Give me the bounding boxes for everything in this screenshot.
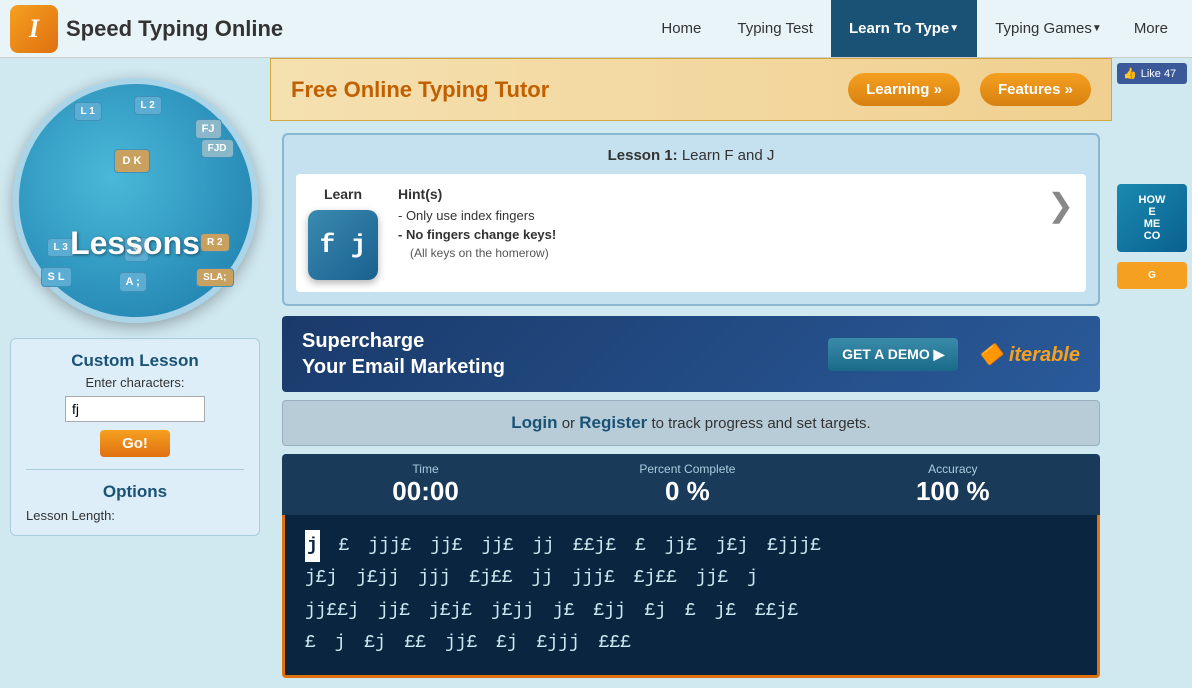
custom-lesson-box: Custom Lesson Enter characters: Go! Opti… [10, 338, 260, 536]
logo[interactable]: I Speed Typing Online [10, 5, 283, 53]
next-arrow[interactable]: ❯ [1047, 186, 1074, 224]
lesson-tile-l2[interactable]: L 2 [134, 96, 162, 115]
ad-cta-button[interactable]: GET A DEMO ▶ [828, 338, 958, 371]
right-ad-text: HOWEMECO [1122, 194, 1182, 242]
lesson-tile-dk[interactable]: D K [114, 149, 151, 173]
register-link[interactable]: Register [579, 413, 647, 432]
hint-2: - No fingers change keys! [398, 227, 1027, 242]
ad-text: Supercharge Your Email Marketing [302, 328, 505, 380]
accuracy-value: 100 % [916, 476, 990, 507]
custom-lesson-input[interactable] [65, 396, 205, 422]
accuracy-label: Accuracy [916, 462, 990, 476]
typing-line3: jj££j jj£ j£j£ j£jj j£ £jj £j £ j£ ££j£ [305, 601, 798, 621]
lesson-tile-a[interactable]: A ; [119, 272, 147, 292]
main-container: L 1 L 2 FJ D K FJD L 3 R 2 ↘ S L A ; SLA… [0, 58, 1192, 688]
or-text: or [562, 415, 580, 432]
custom-lesson-enter-label: Enter characters: [26, 375, 244, 390]
time-label: Time [392, 462, 459, 476]
typing-line2: j£j j£jj jjj £j££ jj jjj£ £j££ jj£ j [305, 568, 758, 588]
lesson-tile-sla[interactable]: SLA; [196, 268, 233, 287]
lessons-circle[interactable]: L 1 L 2 FJ D K FJD L 3 R 2 ↘ S L A ; SLA… [13, 78, 258, 323]
hint-2-sub: (All keys on the homerow) [410, 246, 1027, 260]
ad-banner: Supercharge Your Email Marketing GET A D… [282, 316, 1100, 392]
nav-typing-games[interactable]: Typing Games [977, 0, 1120, 57]
learn-section: Learn f j [308, 186, 378, 280]
top-banner: Free Online Typing Tutor Learning » Feat… [270, 58, 1112, 121]
typing-cursor: j [305, 530, 320, 562]
hints-section: Hint(s) - Only use index fingers - No fi… [398, 186, 1027, 260]
go-button[interactable]: Go! [100, 430, 170, 457]
left-sidebar: L 1 L 2 FJ D K FJD L 3 R 2 ↘ S L A ; SLA… [0, 58, 270, 688]
lesson-tile-sl[interactable]: S L [41, 267, 72, 287]
logo-icon: I [10, 5, 58, 53]
stats-bar: Time 00:00 Percent Complete 0 % Accuracy… [282, 454, 1100, 515]
nav-more[interactable]: More [1120, 0, 1182, 57]
banner-title: Free Online Typing Tutor [291, 77, 828, 103]
nav-typing-test[interactable]: Typing Test [719, 0, 831, 57]
nav: Home Typing Test Learn To Type Typing Ga… [643, 0, 1182, 57]
center-content: Free Online Typing Tutor Learning » Feat… [270, 58, 1112, 688]
right-ad: HOWEMECO [1117, 184, 1187, 252]
like-badge[interactable]: 👍 Like 47 [1117, 63, 1187, 84]
key-display: f j [308, 210, 378, 280]
typing-line1: £ jjj£ jj£ jj£ jj ££j£ £ jj£ j£j £jjj£ [339, 536, 821, 556]
stat-time: Time 00:00 [392, 462, 459, 507]
lesson-card-header: Lesson 1: Learn F and J [296, 147, 1086, 164]
time-value: 00:00 [392, 476, 459, 507]
typing-area[interactable]: j £ jjj£ jj£ jj£ jj ££j£ £ jj£ j£j £jjj£… [282, 515, 1100, 678]
login-suffix: to track progress and set targets. [651, 415, 870, 432]
login-bar: Login or Register to track progress and … [282, 400, 1100, 446]
lesson-card-body: Learn f j Hint(s) - Only use index finge… [296, 174, 1086, 292]
nav-learn-to-type[interactable]: Learn To Type [831, 0, 977, 57]
percent-label: Percent Complete [639, 462, 735, 476]
typing-text: j £ jjj£ jj£ jj£ jj ££j£ £ jj£ j£j £jjj£… [305, 530, 1077, 660]
stat-accuracy: Accuracy 100 % [916, 462, 990, 507]
header: I Speed Typing Online Home Typing Test L… [0, 0, 1192, 58]
learn-label: Learn [324, 186, 362, 202]
lesson-length-label: Lesson Length: [26, 508, 244, 523]
options-title: Options [26, 482, 244, 502]
right-cta-button[interactable]: G [1117, 262, 1187, 289]
custom-lesson-title: Custom Lesson [26, 351, 244, 371]
lesson-tile-l1[interactable]: L 1 [74, 102, 102, 121]
nav-home[interactable]: Home [643, 0, 719, 57]
like-count: Like 47 [1141, 68, 1176, 80]
percent-value: 0 % [639, 476, 735, 507]
typing-line4: £ j £j ££ jj£ £j £jjj £££ [305, 633, 631, 653]
hint-1: - Only use index fingers [398, 208, 1027, 223]
like-icon: 👍 [1123, 67, 1137, 80]
right-sidebar: 👍 Like 47 HOWEMECO G [1112, 58, 1192, 688]
hints-label: Hint(s) [398, 186, 1027, 202]
lesson-tile-r2[interactable]: R 2 [200, 233, 230, 252]
lesson-tile-fj[interactable]: FJ [195, 119, 222, 139]
lesson-tile-fjd[interactable]: FJD [201, 139, 234, 158]
logo-text: Speed Typing Online [66, 16, 283, 42]
lesson-card: Lesson 1: Learn F and J Learn f j Hint(s… [282, 133, 1100, 306]
stat-percent: Percent Complete 0 % [639, 462, 735, 507]
lessons-label: Lessons [70, 225, 200, 262]
ad-cta: GET A DEMO ▶ 🔶 iterable [828, 338, 1080, 371]
login-link[interactable]: Login [511, 413, 557, 432]
features-button[interactable]: Features » [980, 73, 1091, 106]
ad-logo: 🔶 iterable [978, 342, 1080, 367]
learning-button[interactable]: Learning » [848, 73, 960, 106]
